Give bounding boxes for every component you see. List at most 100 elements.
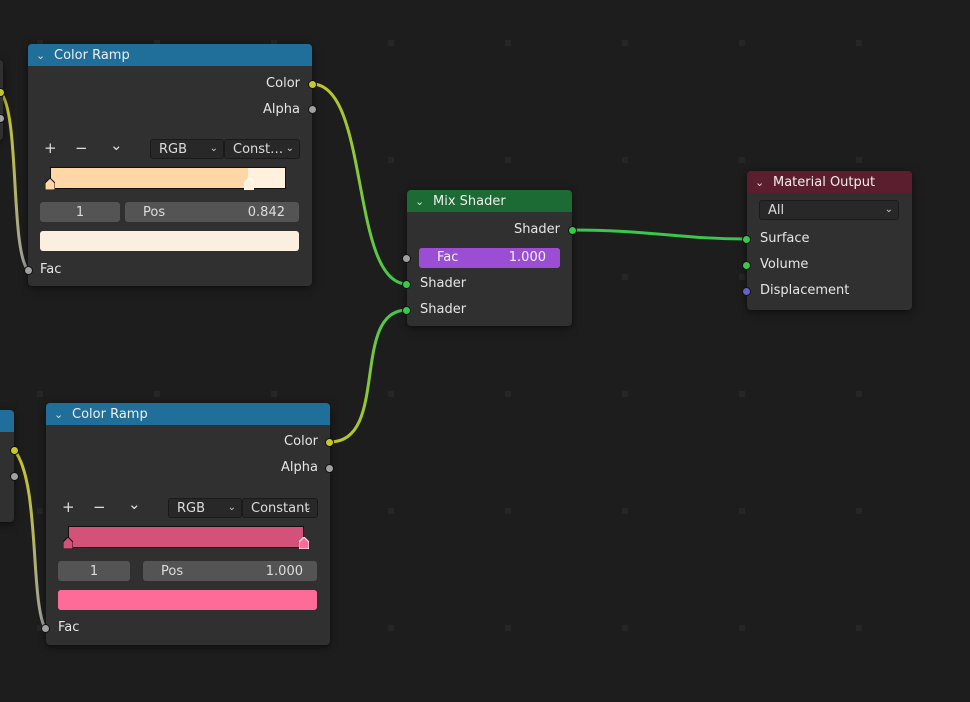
stop-position-label: Pos [143,204,166,220]
ramp-menu-chevron-icon[interactable]: ⌄ [128,495,141,513]
interpolation-dropdown[interactable]: Constant ⌄ [242,498,318,518]
grid-dot [505,157,511,163]
dropdown-chevron-icon: ⌄ [303,502,312,513]
grid-dot [37,508,43,514]
color-ramp-1-color-socket[interactable] [308,80,317,89]
dropdown-chevron-icon: ⌄ [209,143,218,154]
input-displacement-label: Displacement [760,283,850,298]
remove-stop-button[interactable]: − [75,139,88,157]
grid-dot [622,274,628,280]
dropdown-chevron-icon: ⌄ [227,502,236,513]
add-stop-button[interactable]: + [44,139,57,157]
target-value: All [768,202,785,218]
color-stop-handle-active[interactable] [299,537,309,549]
output-alpha-label: Alpha [263,102,300,117]
collapse-chevron-icon[interactable]: ⌄ [755,176,769,189]
material-output-surface-socket[interactable] [742,235,751,244]
grid-dot [622,40,628,46]
grid-dot [739,508,745,514]
grid-dot [388,391,394,397]
grid-dot [388,40,394,46]
grid-dot [388,508,394,514]
output-shader-label: Shader [513,222,560,237]
active-stop-index-value: 1 [75,204,85,220]
material-output-displacement-socket[interactable] [742,287,751,296]
offscreen-node-top[interactable] [0,60,3,140]
color-ramp-2-fac-socket[interactable] [41,624,50,633]
grid-dot [622,391,628,397]
active-stop-index-field[interactable]: 1 [58,561,130,581]
color-ramp-2-color-socket[interactable] [325,438,334,447]
input-shader-2-label: Shader [420,302,467,317]
output-color-label: Color [284,434,318,449]
material-output-header[interactable]: ⌄ Material Output [747,171,912,193]
collapse-chevron-icon[interactable]: ⌄ [415,195,429,208]
fac-label: Fac [437,250,459,265]
grid-dot [622,508,628,514]
mix-shader-output-socket[interactable] [568,226,577,235]
color-mode-value: RGB [177,500,206,516]
grid-dot [739,274,745,280]
active-stop-index-field[interactable]: 1 [40,202,120,222]
active-stop-index-value: 1 [89,563,99,579]
active-stop-color-swatch[interactable] [40,231,299,251]
color-ramp-1-fac-socket[interactable] [24,266,33,275]
color-stop-handle-active[interactable] [243,178,254,190]
node-title: Mix Shader [433,193,506,209]
grid-dot [622,625,628,631]
grid-dot [739,157,745,163]
interpolation-dropdown[interactable]: Const… ⌄ [224,139,300,159]
color-ramp-node-2[interactable]: ⌄ Color Ramp Color Alpha + − ⌄ RGB ⌄ Con… [46,403,330,645]
grid-dot [505,391,511,397]
mix-shader-input-1-socket[interactable] [402,280,411,289]
offscreen-node-bottom-header[interactable] [0,410,14,432]
input-surface-label: Surface [760,231,810,246]
color-ramp-gradient[interactable] [68,526,304,548]
ramp-menu-chevron-icon[interactable]: ⌄ [110,136,123,154]
input-shader-1-label: Shader [420,276,467,291]
color-ramp-2-alpha-socket[interactable] [325,464,334,473]
grid-dot [154,391,160,397]
grid-dot [856,625,862,631]
color-stop-handle[interactable] [63,537,73,549]
grid-dot [739,625,745,631]
offscreen-node-bottom-alpha-socket[interactable] [10,472,19,481]
grid-dot [856,391,862,397]
node-title: Color Ramp [54,47,130,63]
mix-shader-input-2-socket[interactable] [402,306,411,315]
material-output-node[interactable]: ⌄ Material Output All ⌄ Surface Volume D… [747,171,912,310]
collapse-chevron-icon[interactable]: ⌄ [54,408,68,421]
grid-dot [388,157,394,163]
stop-position-value: 0.842 [247,204,285,220]
grid-dot [622,157,628,163]
color-stop-handle[interactable] [45,178,55,190]
mix-shader-header[interactable]: ⌄ Mix Shader [407,190,572,212]
grid-dot [856,157,862,163]
mix-shader-node[interactable]: ⌄ Mix Shader Shader Fac 1.000 Shader Sha… [407,190,572,326]
color-ramp-2-header[interactable]: ⌄ Color Ramp [46,403,330,425]
collapse-chevron-icon[interactable]: ⌄ [36,49,50,62]
add-stop-button[interactable]: + [62,498,75,516]
grid-dot [505,508,511,514]
stop-position-field[interactable]: Pos 0.842 [125,202,299,222]
fac-slider[interactable]: Fac 1.000 [419,248,560,268]
input-volume-label: Volume [760,257,809,272]
color-ramp-node-1[interactable]: ⌄ Color Ramp Color Alpha + − ⌄ RGB ⌄ Con… [28,44,312,286]
grid-dot [271,391,277,397]
stop-position-field[interactable]: Pos 1.000 [143,561,317,581]
color-mode-dropdown[interactable]: RGB ⌄ [168,498,242,518]
grid-dot [388,625,394,631]
offscreen-node-bottom-color-socket[interactable] [10,446,19,455]
target-dropdown[interactable]: All ⌄ [759,200,899,220]
color-mode-dropdown[interactable]: RGB ⌄ [150,139,224,159]
color-ramp-1-header[interactable]: ⌄ Color Ramp [28,44,312,66]
mix-shader-fac-socket[interactable] [402,254,411,263]
offscreen-node-bottom[interactable] [0,410,14,522]
dropdown-chevron-icon: ⌄ [285,143,294,154]
color-ramp-1-alpha-socket[interactable] [308,105,317,114]
grid-dot [505,625,511,631]
dropdown-chevron-icon: ⌄ [884,204,893,215]
material-output-volume-socket[interactable] [742,261,751,270]
remove-stop-button[interactable]: − [93,498,106,516]
active-stop-color-swatch[interactable] [58,590,317,610]
